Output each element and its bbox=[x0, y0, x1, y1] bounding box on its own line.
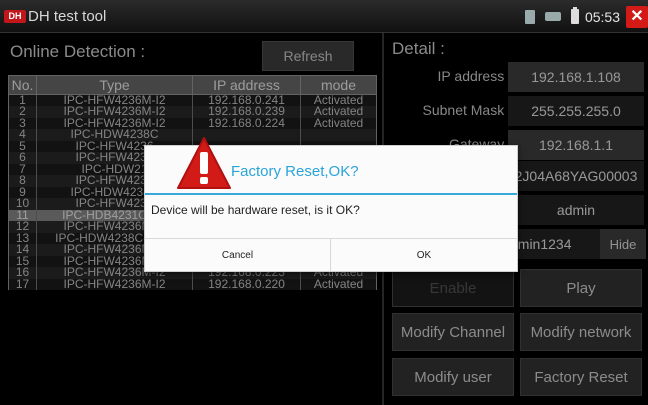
battery-icon bbox=[570, 7, 579, 24]
dialog-button-row: Cancel OK bbox=[145, 238, 517, 272]
title-bar: DH DH test tool 05:53 ✕ bbox=[0, 0, 648, 33]
app-logo: DH bbox=[4, 10, 26, 23]
clock: 05:53 bbox=[584, 8, 620, 25]
ok-button[interactable]: OK bbox=[331, 239, 517, 272]
warning-icon bbox=[177, 137, 231, 189]
sd-card-icon bbox=[524, 9, 535, 24]
usb-icon bbox=[544, 12, 561, 21]
status-area: 05:53 ✕ bbox=[524, 0, 648, 33]
cancel-button[interactable]: Cancel bbox=[145, 239, 331, 272]
dialog-title: Factory Reset,OK? bbox=[231, 163, 359, 180]
app-title: DH test tool bbox=[28, 8, 107, 25]
dialog-message: Device will be hardware reset, is it OK? bbox=[151, 203, 360, 217]
close-x-icon[interactable]: ✕ bbox=[626, 5, 648, 28]
